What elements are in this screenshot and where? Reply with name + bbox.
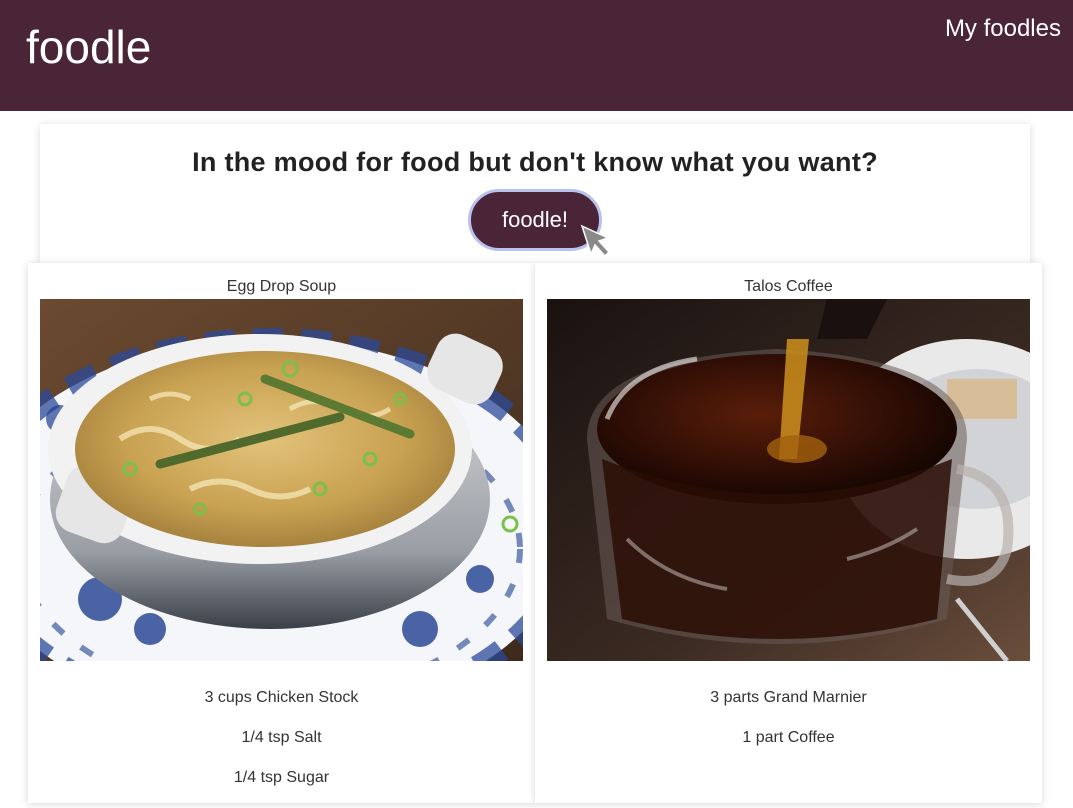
ingredient-item: 1/4 tsp Sugar <box>233 769 330 786</box>
talos-coffee-image <box>547 299 1030 661</box>
ingredient-item: 1/4 tsp Salt <box>241 729 322 746</box>
hero-card: In the mood for food but don't know what… <box>40 124 1030 264</box>
header-bar: foodle My foodles <box>0 0 1073 111</box>
pointer-cursor-icon <box>580 224 611 258</box>
ingredient-item: 3 cups Chicken Stock <box>204 689 359 706</box>
ingredient-item: 1 part Coffee <box>742 729 835 746</box>
recipe-card[interactable]: Egg Drop Soup 3 cups Chicken Stock 1/4 t… <box>28 263 535 803</box>
recipe-title: Talos Coffee <box>744 278 833 295</box>
recipe-card[interactable]: Talos Coffee 3 parts Grand Marnier 1 par… <box>535 263 1042 803</box>
my-foodles-link[interactable]: My foodles <box>945 15 1061 43</box>
ingredient-item: 3 parts Grand Marnier <box>710 689 867 706</box>
egg-drop-soup-image <box>40 299 523 661</box>
recipe-title: Egg Drop Soup <box>226 278 337 295</box>
hero-title: In the mood for food but don't know what… <box>192 147 878 177</box>
ingredient-list: 3 parts Grand Marnier 1 part Coffee <box>535 688 1042 768</box>
app-logo[interactable]: foodle <box>26 20 151 74</box>
ingredient-list: 3 cups Chicken Stock 1/4 tsp Salt 1/4 ts… <box>28 688 535 808</box>
